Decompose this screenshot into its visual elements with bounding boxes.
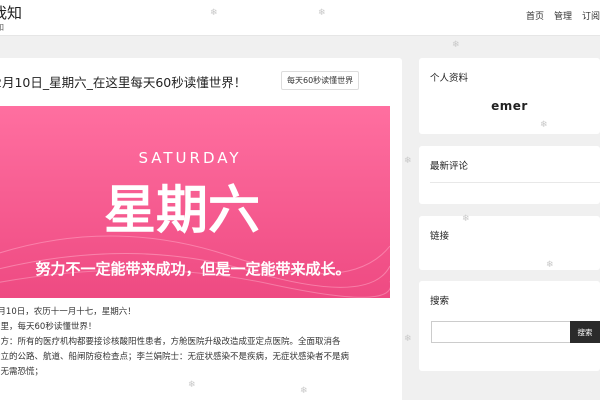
post-title[interactable]: 2月10日_星期六_在这里每天60秒读懂世界！ — [0, 72, 246, 91]
post-paragraph: 2月10日，农历十一月十七，星期六！ — [0, 307, 136, 317]
nav-subscribe[interactable]: 订阅 — [582, 9, 600, 22]
search-button[interactable]: 搜索 — [570, 321, 600, 343]
snowflake-icon: ❄ — [404, 334, 412, 344]
profile-widget: 个人资料 emer — [419, 58, 600, 134]
top-nav: 首页 管理 订阅 — [526, 9, 600, 22]
post-paragraph: 设立的公路、航道、船闸防疫检查点；李兰娟院士：无症状感染不是疾病，无症状感染者不… — [0, 352, 350, 362]
links-title: 链接 — [430, 231, 450, 242]
post-body: 2月10日，农历十一月十七，星期六！ 这里，每天60秒读懂世界！ 官方：所有的医… — [0, 305, 384, 380]
latest-comments-title: 最新评论 — [430, 161, 469, 172]
search-input[interactable] — [431, 321, 570, 343]
banner-cn-day: 星期六 — [104, 181, 260, 241]
nav-manage[interactable]: 管理 — [554, 9, 572, 22]
banner-motto: 努力不一定能带来成功，但是一定能带来成长。 — [35, 260, 350, 278]
post-paragraph: 这里，每天60秒读懂世界！ — [0, 322, 97, 332]
banner-eng-day: SATURDAY — [138, 149, 241, 167]
post-paragraph: 官方：所有的医疗机构都要接诊核酸阳性患者，方舱医院升级改造成亚定点医院。全面取消… — [0, 337, 341, 347]
divider — [430, 182, 600, 183]
site-title[interactable]: 我知 — [0, 4, 22, 22]
snowflake-icon: ❄ — [452, 40, 460, 50]
search-title: 搜索 — [430, 296, 450, 307]
post-paragraph: ，无需恐慌； — [0, 367, 44, 377]
site-subtitle: 知 — [0, 23, 4, 32]
post-card: 2月10日_星期六_在这里每天60秒读懂世界！ 每天60秒读懂世界 SATURD… — [0, 58, 402, 400]
nav-home[interactable]: 首页 — [526, 9, 544, 22]
latest-comments-widget: 最新评论 — [419, 146, 600, 204]
profile-name[interactable]: emer — [419, 99, 600, 113]
search-widget: 搜索 搜索 — [419, 281, 600, 371]
post-tag[interactable]: 每天60秒读懂世界 — [281, 71, 360, 90]
post-banner: SATURDAY 星期六 努力不一定能带来成功，但是一定能带来成长。 — [0, 106, 390, 298]
profile-title: 个人资料 — [430, 73, 469, 84]
banner-image: SATURDAY 星期六 努力不一定能带来成功，但是一定能带来成长。 — [0, 106, 390, 298]
site-header: 我知 知 首页 管理 订阅 — [0, 0, 600, 36]
links-widget: 链接 — [419, 216, 600, 270]
snowflake-icon: ❄ — [404, 156, 412, 166]
